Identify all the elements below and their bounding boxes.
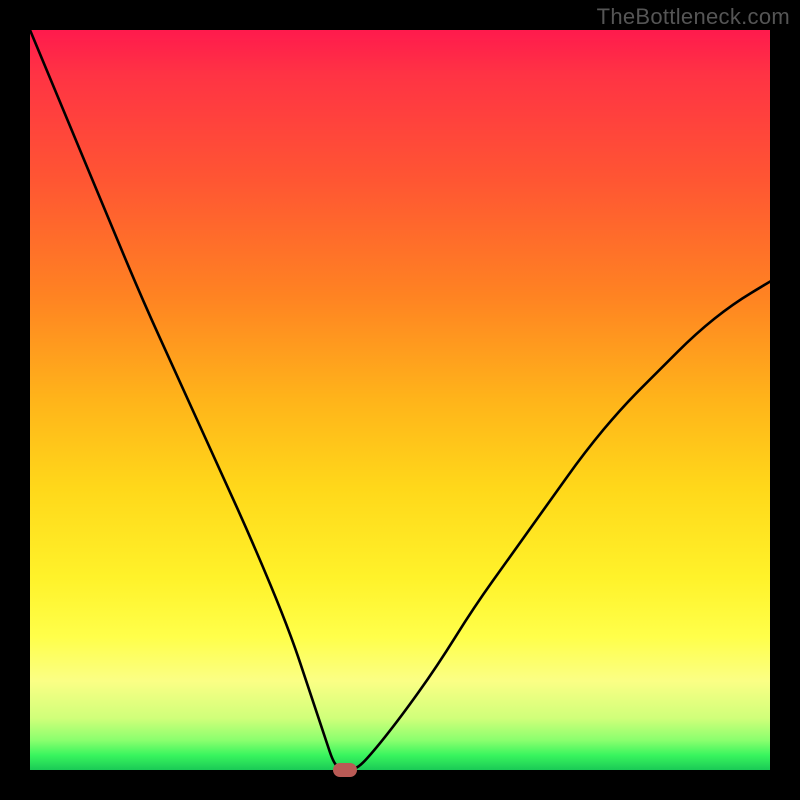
bottleneck-curve-path [30, 30, 770, 770]
plot-area [30, 30, 770, 770]
chart-container: TheBottleneck.com [0, 0, 800, 800]
watermark-text: TheBottleneck.com [597, 4, 790, 30]
optimum-marker [333, 763, 357, 777]
curve-svg [30, 30, 770, 770]
